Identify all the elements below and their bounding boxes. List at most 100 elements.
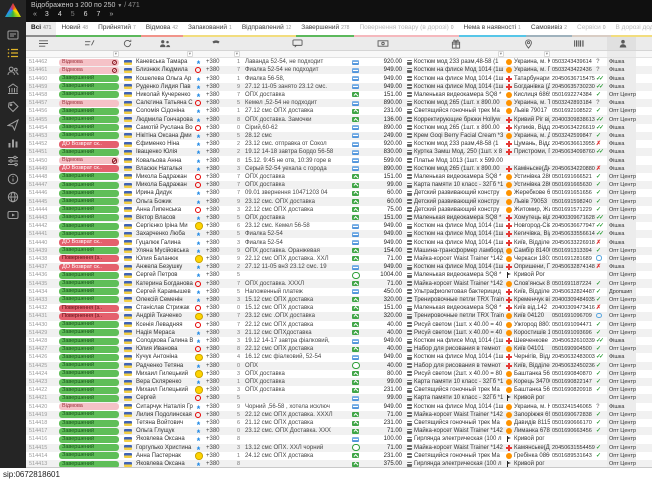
- tracking-number[interactable]: 20450631554459: [552, 444, 596, 452]
- page-number[interactable]: 7: [97, 11, 101, 18]
- table-row[interactable]: 514426 Завершений Кучук Антоніна +380 4 …: [26, 353, 652, 361]
- tracking-number[interactable]: 20450634098760: [552, 148, 596, 156]
- client-phone[interactable]: +380: [206, 321, 225, 329]
- tracking-number[interactable]: 0501691094471: [552, 321, 596, 329]
- tracking-number[interactable]: 0501689531643: [552, 452, 596, 460]
- tracking-number[interactable]: 0501690666170: [552, 419, 596, 427]
- status-tab[interactable]: Всі 471: [26, 22, 56, 37]
- client-phone[interactable]: +380: [206, 304, 225, 312]
- tracking-number[interactable]: 20450636677947: [552, 222, 596, 230]
- client-phone[interactable]: +380: [206, 58, 225, 66]
- table-row[interactable]: 514427 Завершений Юлия Иванова +380 8 22…: [26, 345, 652, 353]
- table-row[interactable]: 514423 Завершений Вера Скляренко +380 1 …: [26, 378, 652, 386]
- stats-icon[interactable]: [7, 137, 19, 149]
- table-row[interactable]: 514442 Завершений Сергієнко Іріна Ми +38…: [26, 222, 652, 230]
- client-phone[interactable]: +380: [206, 91, 225, 99]
- tracking-number[interactable]: 20450636613955: [552, 140, 596, 148]
- table-row[interactable]: 514434 Завершений Сергей Карамышев +380 …: [26, 288, 652, 296]
- status-tab[interactable]: Сервіси 0: [572, 22, 610, 37]
- tracking-number[interactable]: 0501690672838: [552, 411, 596, 419]
- table-row[interactable]: 514462 Відмова Каневська Тамара +380 1 Л…: [26, 58, 652, 66]
- delivery-filter-dropdown[interactable]: ▾: [544, 51, 550, 57]
- product-filter-dropdown[interactable]: ▾: [498, 51, 504, 57]
- table-row[interactable]: 514416 Завершений Яковлева Оксана +380 8…: [26, 435, 652, 443]
- table-row[interactable]: 514425 Завершений Радченко Тетяна +380 0…: [26, 362, 652, 370]
- client-phone[interactable]: +380: [206, 288, 225, 296]
- status-tab[interactable]: Завершений 278: [296, 22, 354, 37]
- client-phone[interactable]: +380: [206, 124, 225, 132]
- client-phone[interactable]: +380: [206, 75, 225, 83]
- status-tab[interactable]: Прийнятий 7: [93, 22, 141, 37]
- col-header-tracking[interactable]: [552, 39, 605, 48]
- table-row[interactable]: 514451 Завершений Іващенко Юлія +380 2 1…: [26, 148, 652, 156]
- table-row[interactable]: 514421 Завершений Сергей +380 5 99.00 Ка…: [26, 394, 652, 402]
- table-row[interactable]: 514449 ДО Возврат ск.. Власюк Наталья +3…: [26, 165, 652, 173]
- tracking-number[interactable]: 20450632610339: [552, 337, 596, 345]
- tracking-number[interactable]: 0501690904500: [552, 345, 596, 353]
- table-row[interactable]: 514461 Відмова Близнюк Людмила +380 7 Фи…: [26, 66, 652, 74]
- table-row[interactable]: 514452 ДО Возврат ск.. Єфименко Ніна +38…: [26, 140, 652, 148]
- client-phone[interactable]: +380: [206, 116, 225, 124]
- client-phone[interactable]: +380: [206, 329, 225, 337]
- client-phone[interactable]: +380: [206, 427, 225, 435]
- col-header-sync[interactable]: [121, 39, 134, 48]
- company-icon[interactable]: [7, 83, 19, 95]
- client-phone[interactable]: +380: [206, 230, 225, 238]
- table-row[interactable]: 514436 Завершений Сергей Петров +380 5 1…: [26, 271, 652, 279]
- table-row[interactable]: 514433 Завершений Олексій Семенін +380 3…: [26, 296, 652, 304]
- tracking-number[interactable]: 0501691666521: [552, 173, 596, 181]
- table-row[interactable]: 514447 Завершений Микола Бадражан +380 7…: [26, 181, 652, 189]
- table-row[interactable]: 514417 Завершений Ольга Глущук +380 0 23…: [26, 427, 652, 435]
- col-header-delivery[interactable]: [506, 39, 550, 49]
- client-phone[interactable]: +380: [206, 435, 225, 443]
- contacts-icon[interactable]: [7, 65, 19, 77]
- col-header-phone[interactable]: [206, 39, 225, 48]
- client-phone[interactable]: +380: [206, 140, 225, 148]
- table-row[interactable]: 514441 Завершений Захарченко Люба +380 5…: [26, 230, 652, 238]
- tracking-number[interactable]: 0501691598240: [552, 198, 596, 206]
- client-phone[interactable]: +380: [206, 189, 225, 197]
- dashboard-icon[interactable]: [7, 29, 19, 41]
- tracking-number[interactable]: 0501691281689: [552, 255, 596, 263]
- client-phone[interactable]: +380: [206, 165, 225, 173]
- status-tab[interactable]: В дорозі додому 0: [611, 22, 652, 37]
- client-phone[interactable]: +380: [206, 345, 225, 353]
- table-row[interactable]: 514450 Відмова Ковальова Анна +380 8 15.…: [26, 156, 652, 164]
- table-row[interactable]: 514443 Завершений Віктор Власов +380 5 О…: [26, 214, 652, 222]
- client-phone[interactable]: +380: [206, 312, 225, 320]
- table-row[interactable]: 514448 Завершений Микола Бадражан +380 7…: [26, 173, 652, 181]
- table-row[interactable]: 514430 Завершений Ксенія Левадняя +380 7…: [26, 321, 652, 329]
- table-row[interactable]: 514429 Завершений Надія Мераса +380 3 21…: [26, 329, 652, 337]
- table-row[interactable]: 514435 Завершений Катерина Богданова +38…: [26, 279, 652, 287]
- client-phone[interactable]: +380: [206, 107, 225, 115]
- tracking-number[interactable]: 0503242599847: [552, 132, 596, 140]
- tracking-number[interactable]: 0501690840870: [552, 370, 596, 378]
- client-phone[interactable]: +380: [206, 394, 225, 402]
- table-row[interactable]: 514459 Завершений Руденко Лидия Пав +380…: [26, 83, 652, 91]
- table-row[interactable]: 514445 Завершений Ольга Божик +380 9 23.…: [26, 197, 652, 205]
- last-page-button[interactable]: »: [109, 11, 112, 18]
- tracking-number[interactable]: 0503241546065: [552, 403, 596, 411]
- tracking-number[interactable]: 0501691571229: [552, 206, 596, 214]
- status-tab[interactable]: Запакований 1: [183, 22, 237, 37]
- tracking-number[interactable]: 20450632483003: [552, 353, 596, 361]
- client-phone[interactable]: +380: [206, 280, 225, 288]
- table-row[interactable]: 514437 ДО Возврат ск.. Анжела Безушку +3…: [26, 263, 652, 271]
- network-icon[interactable]: [7, 191, 19, 203]
- tracking-number[interactable]: 0503243439614: [552, 58, 596, 66]
- tracking-number[interactable]: 0501692108522: [552, 107, 596, 115]
- video-icon[interactable]: [7, 209, 19, 221]
- table-row[interactable]: 514456 Завершений Соломія Сідоніна +380 …: [26, 107, 652, 115]
- table-row[interactable]: 514453 Завершений Нікітіна Оксана Дми +3…: [26, 132, 652, 140]
- first-page-button[interactable]: «: [33, 11, 36, 18]
- tracking-number[interactable]: 0503242893184: [552, 99, 596, 107]
- client-phone[interactable]: +380: [206, 419, 225, 427]
- client-phone[interactable]: +380: [206, 222, 225, 230]
- tracking-number[interactable]: 0501692274384: [552, 91, 596, 99]
- tracking-number[interactable]: 0501690663456: [552, 427, 596, 435]
- status-tab[interactable]: Повернення товару (в дорозі) 0: [354, 22, 458, 37]
- client-phone[interactable]: +380: [206, 198, 225, 206]
- tracking-number[interactable]: 20450632874148: [552, 263, 596, 271]
- client-phone[interactable]: +380: [206, 214, 225, 222]
- tracking-number[interactable]: 20450635730230: [552, 83, 596, 91]
